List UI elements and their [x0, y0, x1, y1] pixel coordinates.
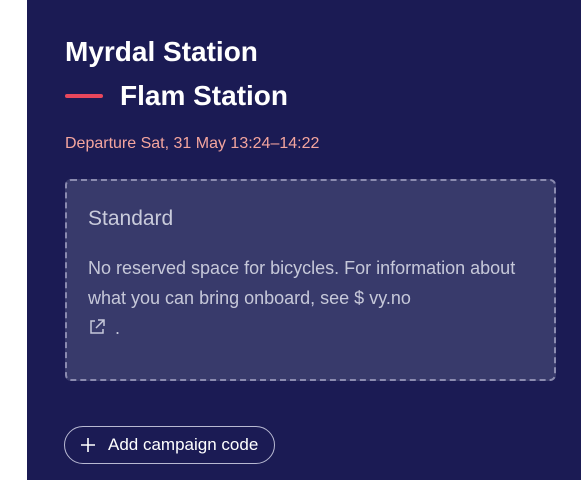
route-line-icon: [65, 94, 103, 98]
ticket-info-body: No reserved space for bicycles. For info…: [88, 258, 516, 308]
origin-station: Myrdal Station: [65, 36, 258, 67]
route-header: Myrdal Station Flam Station: [65, 34, 288, 114]
ticket-info-text: No reserved space for bicycles. For info…: [88, 253, 532, 345]
destination-station: Flam Station: [120, 80, 289, 111]
external-link-icon: [88, 315, 106, 345]
external-link[interactable]: [88, 318, 115, 338]
add-campaign-code-button[interactable]: Add campaign code: [64, 426, 276, 464]
destination-row: Flam Station: [65, 78, 288, 114]
plus-icon: [81, 438, 95, 452]
ticket-info-box: Standard No reserved space for bicycles.…: [65, 179, 556, 381]
ticket-class-title: Standard: [88, 207, 174, 230]
departure-time: Departure Sat, 31 May 13:24–14:22: [65, 135, 320, 152]
add-campaign-code-label: Add campaign code: [108, 435, 259, 454]
ticket-info-suffix: .: [115, 318, 121, 338]
trip-summary-panel: Myrdal Station Flam Station Departure Sa…: [27, 0, 581, 480]
